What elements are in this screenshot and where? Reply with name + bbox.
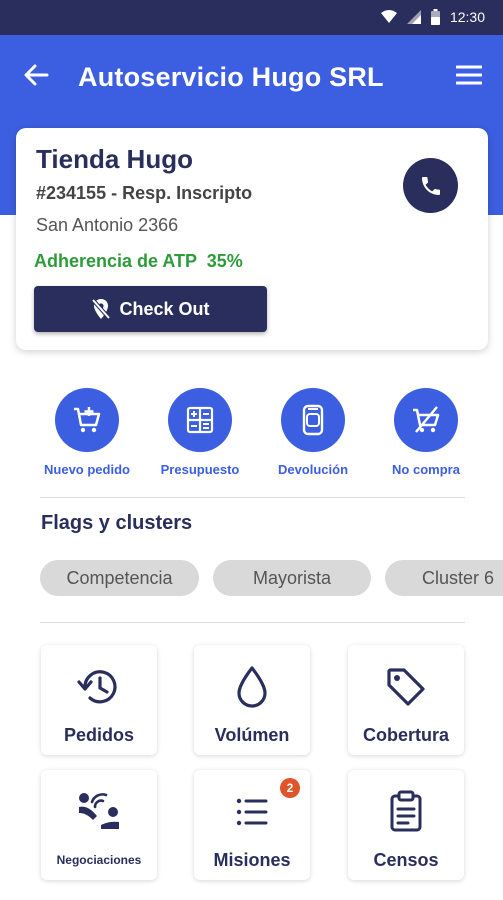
flags-chips: Competencia Mayorista Cluster 6 [40, 560, 503, 596]
action-no-compra[interactable]: No compra [371, 388, 481, 477]
tile-label: Misiones [213, 850, 291, 870]
notification-badge: 2 [280, 778, 300, 798]
history-icon [77, 670, 117, 704]
tile-icon [348, 663, 464, 711]
back-button[interactable] [18, 57, 54, 93]
handshake-icon [79, 793, 119, 829]
flags-title: Flags y clusters [41, 512, 193, 534]
adherence-text: Adherencia de ATP 35% [34, 251, 243, 271]
calculator-icon [186, 406, 214, 434]
signal-icon [406, 10, 421, 24]
action-label: Nuevo pedido [44, 462, 130, 477]
hamburger-menu-icon [456, 65, 482, 85]
store-card: Tienda Hugo #234155 - Resp. Inscripto Sa… [16, 128, 488, 350]
page-title: Autoservicio Hugo SRL [78, 62, 384, 92]
status-icons: 12:30 [380, 9, 485, 25]
action-circle [394, 388, 458, 452]
tile-misiones[interactable]: 2 Misiones [194, 770, 310, 880]
tile-icon [348, 788, 464, 836]
quick-actions: Nuevo pedido Presupuesto Devolución No c… [0, 388, 503, 483]
tile-cobertura[interactable]: Cobertura [348, 645, 464, 755]
divider [40, 497, 465, 498]
phone-icon [421, 176, 440, 195]
call-button[interactable] [403, 158, 458, 213]
list-icon [236, 798, 268, 826]
action-circle [55, 388, 119, 452]
store-address: San Antonio 2366 [36, 215, 179, 235]
tile-volumen[interactable]: Volúmen [194, 645, 310, 755]
tile-pedidos[interactable]: Pedidos [41, 645, 157, 755]
cart-off-icon [413, 406, 440, 433]
drop-icon [237, 666, 267, 708]
status-time: 12:30 [449, 9, 485, 25]
action-presupuesto[interactable]: Presupuesto [145, 388, 255, 477]
store-id: #234155 - Resp. Inscripto [36, 183, 253, 203]
action-label: Presupuesto [160, 462, 240, 477]
divider [40, 622, 465, 623]
action-circle [281, 388, 345, 452]
action-label: No compra [392, 462, 460, 477]
clipboard-icon [390, 790, 422, 832]
arrow-left-icon [24, 64, 49, 86]
tile-label: Cobertura [362, 725, 449, 745]
tile-label: Pedidos [63, 725, 134, 745]
tile-icon [194, 663, 310, 711]
battery-icon [430, 9, 440, 25]
chip-mayorista[interactable]: Mayorista [213, 560, 371, 596]
location-off-icon [91, 298, 111, 320]
menu-button[interactable] [451, 57, 487, 93]
action-devolucion[interactable]: Devolución [258, 388, 368, 477]
tile-icon [41, 788, 157, 836]
tile-negociaciones[interactable]: Negociaciones [41, 770, 157, 880]
tile-icon [41, 663, 157, 711]
store-name: Tienda Hugo [36, 144, 193, 174]
chip-competencia[interactable]: Competencia [40, 560, 199, 596]
chip-cluster[interactable]: Cluster 6 [385, 560, 503, 596]
action-label: Devolución [277, 462, 349, 477]
status-bar: 12:30 [0, 0, 503, 35]
action-nuevo-pedido[interactable]: Nuevo pedido [32, 388, 142, 477]
checkout-button[interactable]: Check Out [34, 286, 267, 332]
tile-censos[interactable]: Censos [348, 770, 464, 880]
checkout-label: Check Out [119, 298, 210, 319]
tile-label: Volúmen [214, 725, 290, 745]
tag-icon [387, 668, 425, 706]
cart-add-icon [74, 407, 101, 433]
tile-label: Negociaciones [56, 853, 142, 867]
action-circle [168, 388, 232, 452]
tile-label: Censos [373, 850, 439, 870]
can-icon [302, 404, 324, 436]
wifi-icon [380, 10, 397, 23]
